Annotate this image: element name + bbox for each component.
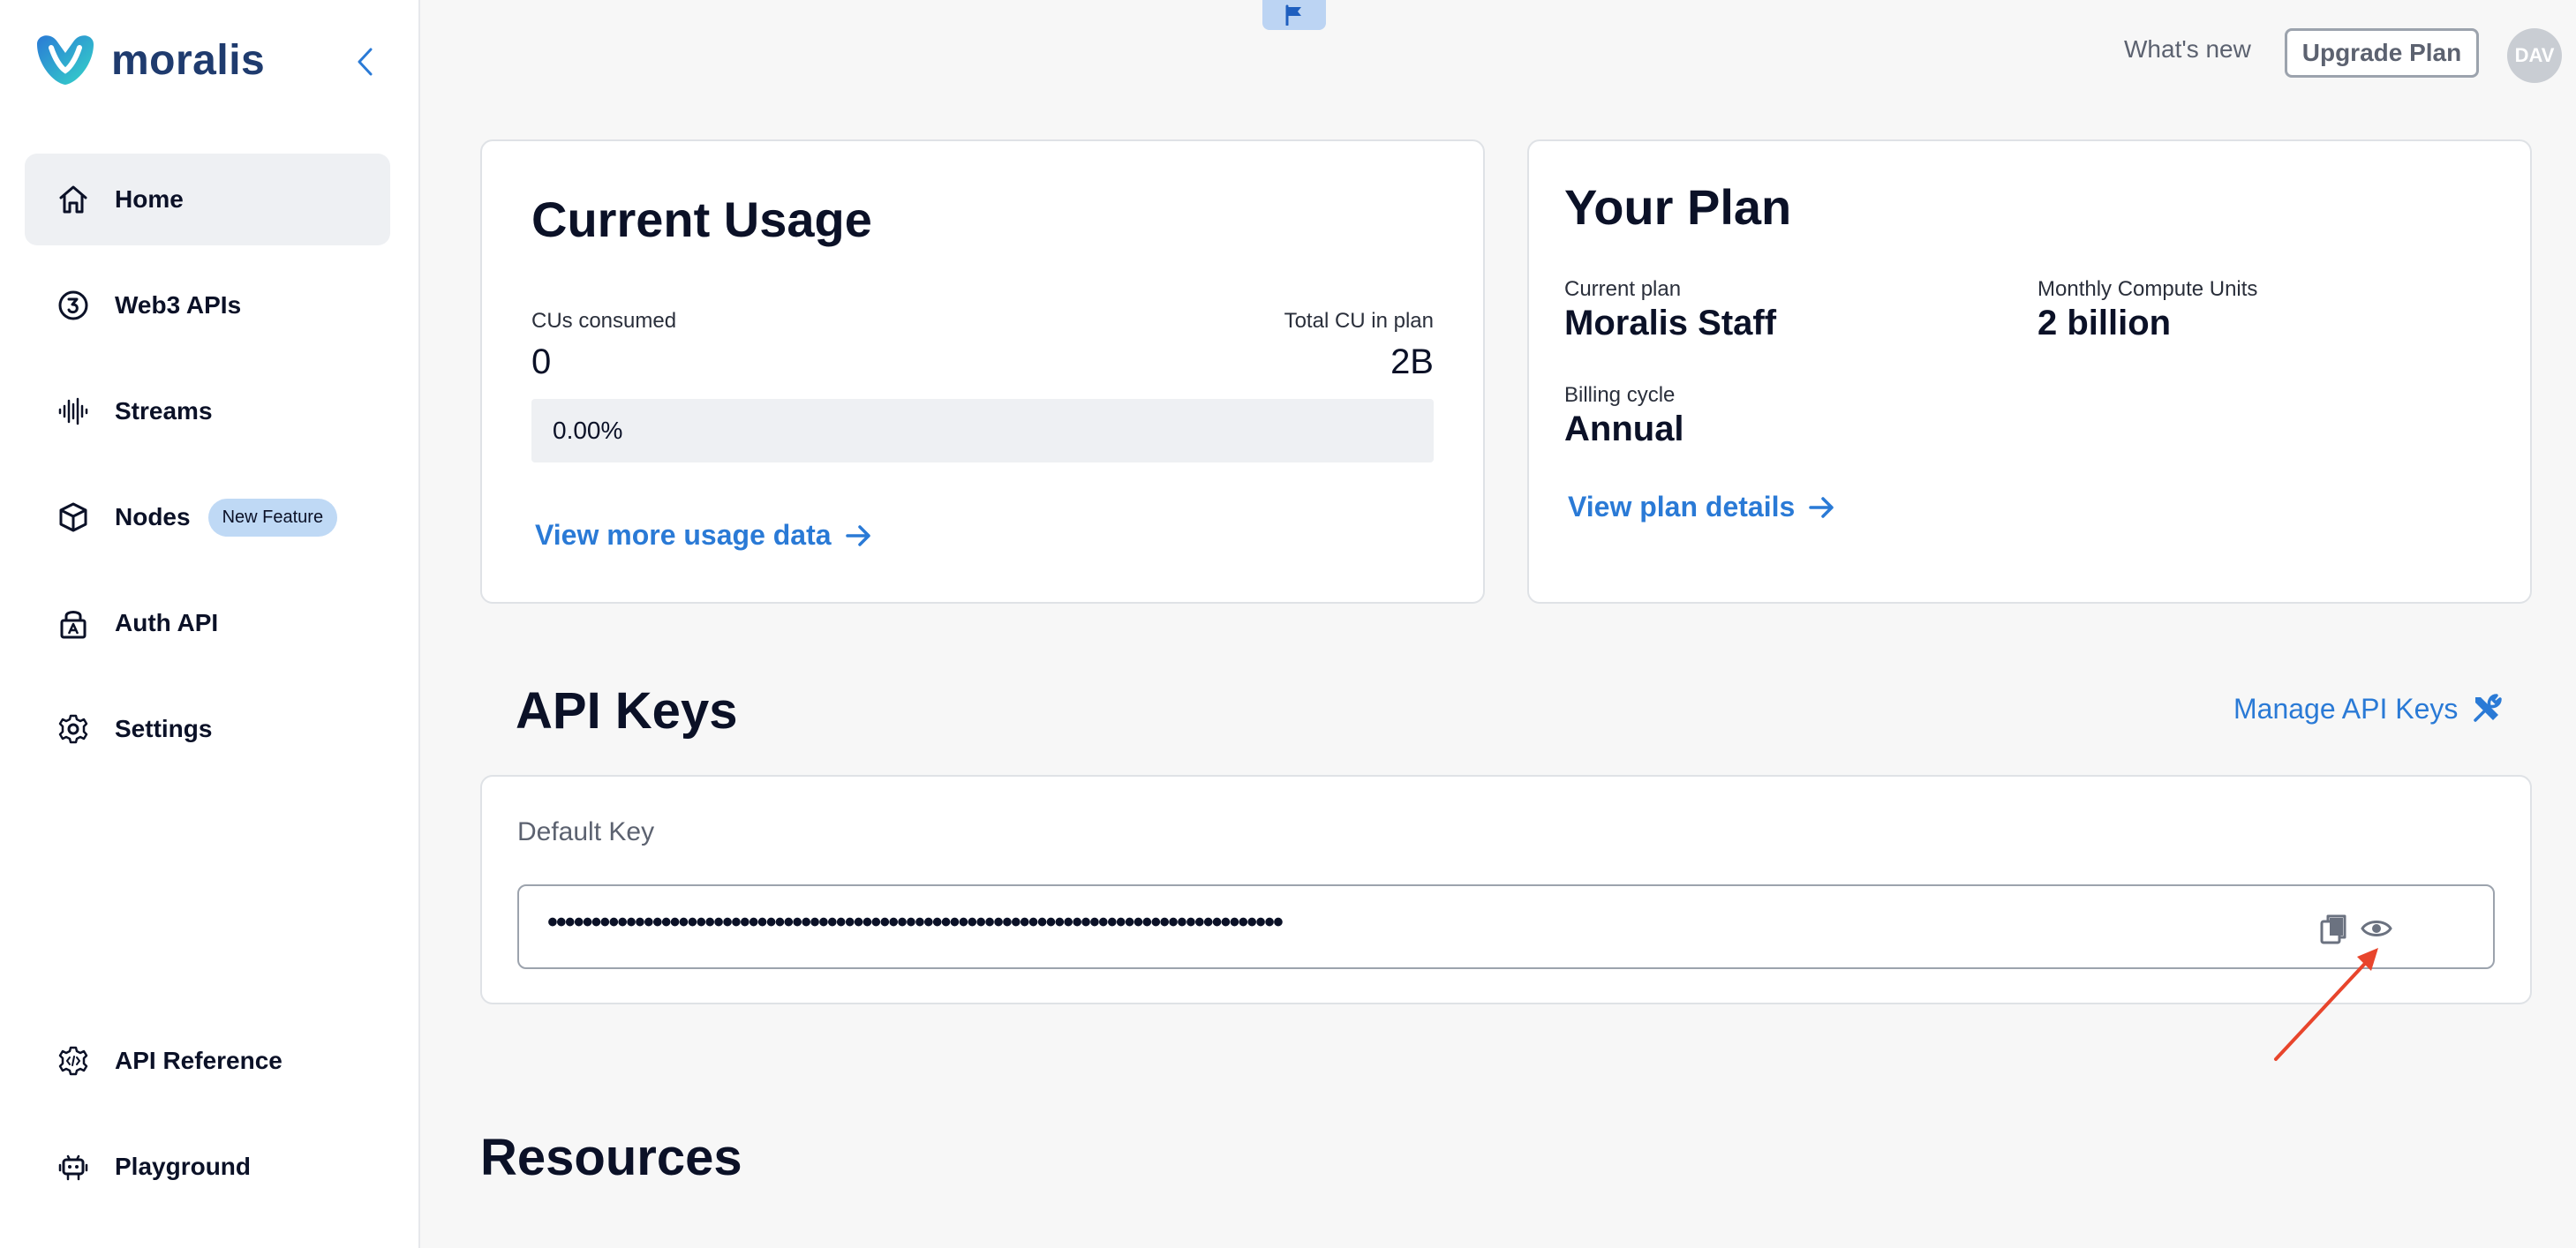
sidebar-item-label: Home: [115, 185, 184, 213]
view-more-usage-label: View more usage data: [535, 519, 832, 551]
robot-icon: [56, 1150, 90, 1184]
current-usage-card: Current Usage CUs consumed 0 Total CU in…: [480, 139, 1485, 604]
cube-icon: [56, 500, 90, 534]
arrow-right-icon: [1809, 496, 1834, 518]
sidebar-nav: Home Web3 APIs Streams Nodes New Feature: [25, 154, 390, 789]
annotation-arrow: [2274, 948, 2378, 1061]
moralis-logo[interactable]: moralis: [30, 32, 265, 88]
your-plan-title: Your Plan: [1564, 179, 1792, 235]
sidebar-item-settings[interactable]: Settings: [25, 683, 390, 775]
monthly-cu-value: 2 billion: [2037, 304, 2172, 342]
chevron-left-icon: [358, 48, 373, 76]
sidebar-item-web3-apis[interactable]: Web3 APIs: [25, 259, 390, 351]
feedback-flag-tab[interactable]: [1262, 0, 1326, 30]
web3-icon: [56, 289, 90, 322]
moralis-logo-icon: [37, 35, 94, 85]
whats-new-link[interactable]: What's new: [2124, 35, 2251, 64]
tools-icon: [2474, 694, 2503, 722]
resources-title: Resources: [480, 1129, 742, 1186]
view-plan-details-label: View plan details: [1568, 491, 1796, 523]
your-plan-card: Your Plan Current plan Moralis Staff Mon…: [1527, 139, 2532, 604]
sidebar: moralis Home Web3 APIs Streams Nodes New…: [0, 0, 420, 1248]
sidebar-item-auth-api[interactable]: Auth API: [25, 577, 390, 669]
brand-name: moralis: [111, 36, 266, 84]
gear-icon: [56, 712, 90, 746]
sidebar-item-nodes[interactable]: Nodes New Feature: [25, 471, 390, 563]
sidebar-item-label: Settings: [115, 715, 213, 742]
sidebar-item-label: Streams: [115, 397, 213, 425]
view-more-usage-link[interactable]: View more usage data: [535, 519, 872, 552]
new-feature-badge: New Feature: [207, 498, 338, 537]
avatar[interactable]: DAV: [2507, 28, 2562, 83]
manage-api-keys-label: Manage API Keys: [2233, 692, 2459, 725]
view-plan-details-link[interactable]: View plan details: [1568, 491, 1835, 523]
total-cu-label: Total CU in plan: [1284, 309, 1434, 333]
sidebar-item-label: Playground: [115, 1153, 252, 1180]
usage-progress-bar: 0.00%: [531, 399, 1434, 462]
cus-consumed-label: CUs consumed: [531, 309, 677, 333]
billing-cycle-value: Annual: [1564, 410, 1684, 448]
sidebar-item-label: Web3 APIs: [115, 291, 242, 319]
sidebar-bottom-nav: API Reference Playground: [25, 1015, 390, 1227]
arrow-right-icon: [845, 524, 870, 546]
manage-api-keys-link[interactable]: Manage API Keys: [2233, 692, 2504, 725]
sidebar-item-playground[interactable]: Playground: [25, 1121, 390, 1213]
current-plan-label: Current plan: [1564, 277, 1682, 301]
billing-cycle-label: Billing cycle: [1564, 383, 1676, 407]
default-key-card: Default Key ••••••••••••••••••••••••••••…: [480, 775, 2532, 1004]
usage-percent: 0.00%: [553, 417, 623, 444]
sidebar-item-home[interactable]: Home: [25, 154, 390, 245]
sidebar-item-label: API Reference: [115, 1047, 282, 1074]
upgrade-plan-button[interactable]: Upgrade Plan: [2285, 28, 2479, 78]
collapse-sidebar-button[interactable]: [349, 44, 380, 79]
lock-icon: [56, 606, 90, 640]
sidebar-item-streams[interactable]: Streams: [25, 365, 390, 457]
current-plan-value: Moralis Staff: [1564, 304, 1777, 342]
default-key-label: Default Key: [517, 817, 655, 846]
api-key-field[interactable]: ••••••••••••••••••••••••••••••••••••••••…: [517, 884, 2495, 969]
home-icon: [56, 183, 90, 216]
cus-consumed-value: 0: [531, 342, 552, 381]
api-keys-title: API Keys: [516, 682, 738, 740]
current-usage-title: Current Usage: [531, 192, 872, 247]
total-cu-value: 2B: [1390, 342, 1434, 381]
streams-icon: [56, 395, 90, 428]
flag-icon: [1285, 4, 1301, 26]
api-reference-icon: [56, 1044, 90, 1078]
sidebar-item-api-reference[interactable]: API Reference: [25, 1015, 390, 1107]
sidebar-item-label: Nodes: [115, 503, 191, 530]
api-key-masked-value: ••••••••••••••••••••••••••••••••••••••••…: [547, 906, 1284, 939]
sidebar-item-label: Auth API: [115, 609, 219, 636]
monthly-cu-label: Monthly Compute Units: [2037, 277, 2258, 301]
